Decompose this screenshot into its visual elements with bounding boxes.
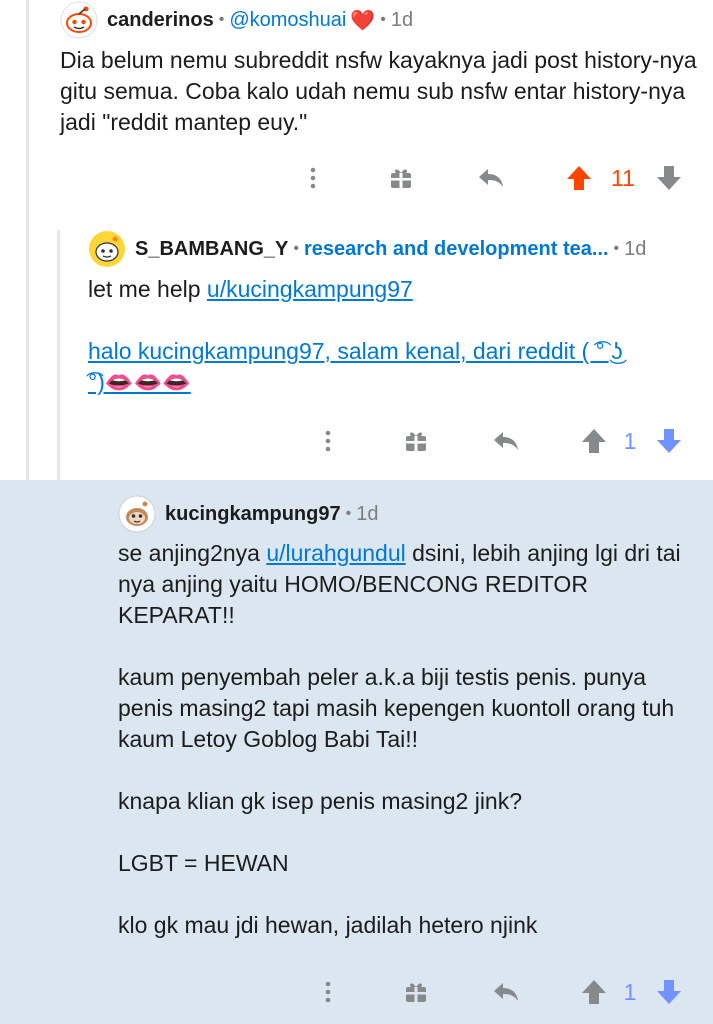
user-flair: @komoshuai [229,8,347,31]
score-count: 1 [623,427,637,454]
heart-icon: ❤️ [350,9,376,32]
downvote-button[interactable] [654,421,684,461]
comment-actions: 11 [0,158,713,198]
comment-paragraph: LGBT = HEWAN [118,850,289,876]
reply-button[interactable] [474,158,508,198]
comment-paragraph: knapa klian gk isep penis masing2 jink? [118,788,523,814]
more-vertical-icon [325,430,331,452]
comment-actions: 1 [0,421,713,461]
user-mention-link[interactable]: u/lurahgundul [266,540,405,566]
comment-kucingkampung97: kucingkampung97 • 1d se anjing2nya u/lur… [0,480,713,1024]
gift-award-icon [391,169,411,188]
more-button[interactable] [313,972,343,1012]
username[interactable]: S_BAMBANG_Y [135,238,288,261]
comment-s-bambang-y: S_BAMBANG_Y • research and development t… [0,205,713,480]
comment-text: let me help [88,276,207,302]
comment-body: let me help u/kucingkampung97 halo kucin… [88,274,698,398]
more-vertical-icon [310,167,316,189]
reply-button[interactable] [489,972,523,1012]
reply-arrow-icon [494,432,518,450]
comment-paragraph: kaum penyembah peler a.k.a biji testis p… [118,664,675,752]
award-button[interactable] [399,972,433,1012]
downvote-button[interactable] [654,972,684,1012]
avatar[interactable] [60,1,98,39]
separator-dot: • [218,11,225,28]
award-button[interactable] [384,158,418,198]
timestamp: 1d [390,8,414,31]
comment-paragraph: halo kucingkampung97, salam kenal, dari … [88,336,698,398]
downvote-arrow-icon [657,429,681,453]
score-count: 1 [623,978,637,1005]
timestamp: 1d [356,502,379,525]
comment-actions: 1 [0,972,713,1012]
comment-paragraph: se anjing2nya u/lurahgundul dsini, lebih… [118,538,703,631]
snoo-avatar-icon [89,231,125,267]
avatar[interactable] [118,495,156,533]
upvote-button[interactable] [579,421,609,461]
more-button[interactable] [298,158,328,198]
downvote-arrow-icon [657,980,681,1004]
more-button[interactable] [313,421,343,461]
snoo-avatar-icon [60,1,98,39]
more-vertical-icon [325,981,331,1003]
comment-text: se anjing2nya [118,540,267,566]
upvote-button[interactable] [564,158,594,198]
comment-canderinos: canderinos • @komoshuai ❤️ • 1d Dia belu… [0,0,713,205]
downvote-button[interactable] [654,158,684,198]
comment-body: Dia belum nemu subreddit nsfw kayaknya j… [60,45,700,138]
username[interactable]: canderinos [107,9,214,32]
user-mention-link[interactable]: u/kucingkampung97 [207,276,413,302]
score-count: 11 [611,164,635,191]
comment-header: canderinos • @komoshuai ❤️ • 1d [60,0,413,40]
comment-header: S_BAMBANG_Y • research and development t… [88,229,646,269]
separator-dot: • [293,240,299,257]
upvote-button[interactable] [579,972,609,1012]
comment-link[interactable]: halo kucingkampung97, salam kenal, dari … [88,338,623,364]
avatar[interactable] [88,230,126,268]
separator-dot: • [345,505,352,522]
downvote-arrow-icon [657,166,681,190]
upvote-arrow-icon [567,166,591,190]
upvote-arrow-icon [582,980,606,1004]
username[interactable]: kucingkampung97 [165,503,341,526]
score: 1 [614,421,646,461]
separator-dot: • [380,11,386,28]
gift-award-icon [406,432,426,451]
gift-award-icon [406,983,426,1002]
score: 1 [614,972,646,1012]
reply-button[interactable] [489,421,523,461]
upvote-arrow-icon [582,429,606,453]
comment-paragraph: let me help u/kucingkampung97 [88,274,698,305]
comment-link-cont[interactable]: ͡°)👄👄👄 [88,369,191,395]
comment-body: se anjing2nya u/lurahgundul dsini, lebih… [118,538,703,941]
reply-arrow-icon [494,983,518,1001]
user-flair: research and development tea... [303,237,609,260]
score: 11 [600,158,646,198]
reply-arrow-icon [479,169,503,187]
comment-text: Dia belum nemu subreddit nsfw kayaknya j… [60,47,697,135]
snoo-avatar-icon [118,495,156,533]
comment-paragraph: klo gk mau jdi hewan, jadilah hetero nji… [118,912,538,938]
separator-dot: • [613,240,620,257]
timestamp: 1d [624,237,647,260]
award-button[interactable] [399,421,433,461]
comment-header: kucingkampung97 • 1d [118,494,378,534]
